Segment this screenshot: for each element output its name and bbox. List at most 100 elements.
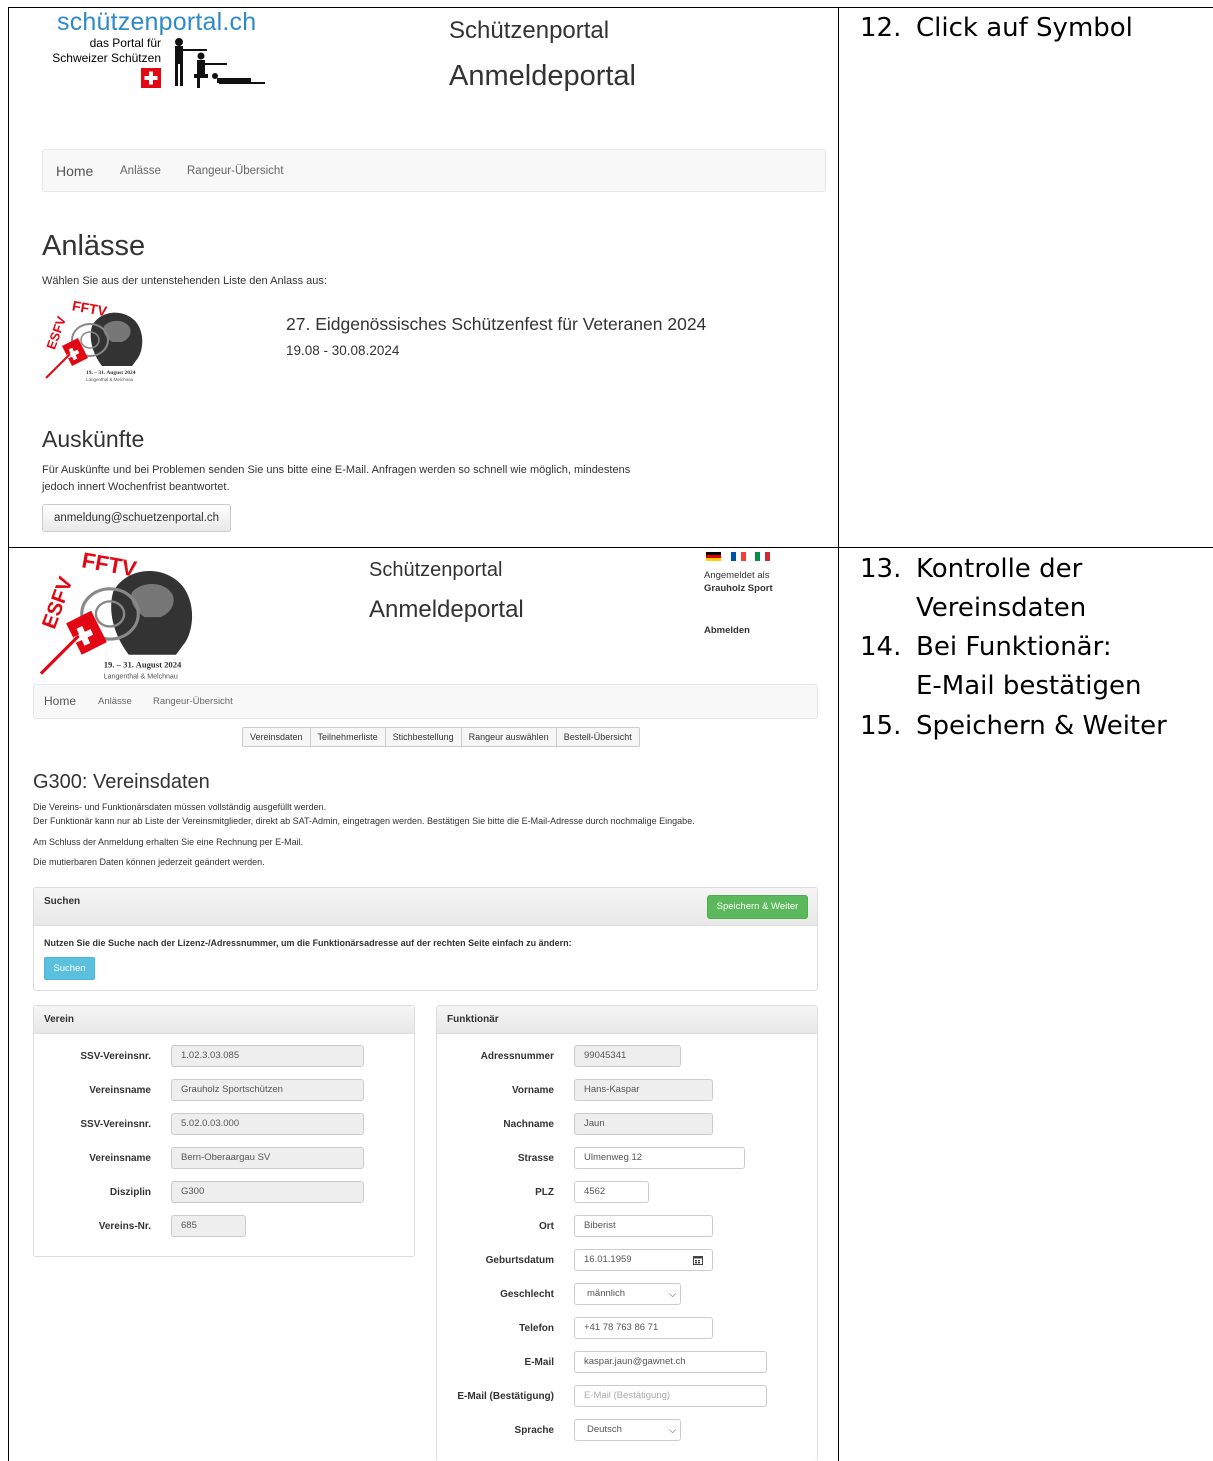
vereinsname-2-input[interactable]: Bern-Oberaargau SV bbox=[171, 1147, 364, 1169]
description-line-4: Die mutierbaren Daten können jederzeit g… bbox=[33, 857, 265, 867]
portal-logo-subtitle-1: das Portal für bbox=[89, 36, 161, 50]
events-intro: Wählen Sie aus der untenstehenden Liste … bbox=[42, 275, 327, 287]
ort-input[interactable]: Biberist bbox=[574, 1215, 713, 1237]
email-contact-button[interactable]: anmeldung@schuetzenportal.ch bbox=[42, 504, 231, 532]
nachname-input[interactable]: Jaun bbox=[574, 1113, 713, 1135]
description-line-1: Die Vereins- und Funktionärsdaten müssen… bbox=[33, 802, 327, 812]
event-logo-top-text: FFTV bbox=[71, 298, 109, 319]
verein-field-label: SSV-Vereinsnr. bbox=[80, 1051, 151, 1062]
top-navbar: Home Anlässe Rangeur-Übersicht bbox=[42, 149, 826, 192]
geschlecht-value: männlich bbox=[587, 1288, 626, 1299]
event-logo-date: 19. – 31. August 2024 bbox=[86, 370, 136, 376]
nav-home-2[interactable]: Home bbox=[44, 694, 76, 708]
nav-events-2[interactable]: Anlässe bbox=[98, 696, 132, 707]
large-logo-place: Langenthal & Melchnau bbox=[104, 673, 178, 680]
email-input[interactable]: kaspar.jaun@gawnet.ch bbox=[574, 1351, 767, 1373]
funktionaer-field-label: Adressnummer bbox=[480, 1051, 554, 1062]
portal-logo-subtitle-2: Schweizer Schützen bbox=[52, 51, 161, 65]
disziplin-input[interactable]: G300 bbox=[171, 1181, 364, 1203]
event-logo-large-link[interactable]: ESFV FFTV 19. – 31. August 2024 Langenth… bbox=[31, 548, 211, 683]
swiss-cross-icon bbox=[141, 68, 161, 88]
geburtsdatum-value: 16.01.1959 bbox=[584, 1254, 632, 1265]
esfv-bear-logo-icon: ESFV FFTV 19. – 31. August 2024 Langenth… bbox=[43, 298, 143, 382]
adressnummer-input[interactable]: 99045341 bbox=[574, 1045, 681, 1067]
flag-fr-icon[interactable] bbox=[731, 552, 746, 561]
funktionaer-field-label: Geschlecht bbox=[500, 1289, 554, 1300]
verein-field-label: Disziplin bbox=[109, 1187, 151, 1198]
event-title-link[interactable]: 27. Eidgenössisches Schützenfest für Vet… bbox=[286, 314, 706, 335]
verein-field-label: Vereinsname bbox=[89, 1085, 151, 1096]
funktionaer-field-label: Strasse bbox=[517, 1153, 554, 1164]
logged-in-label: Angemeldet als bbox=[704, 570, 770, 581]
save-continue-button[interactable]: Speichern & Weiter bbox=[707, 895, 808, 919]
info-text-line-2: jedoch innert Wochenfrist beantwortet. bbox=[42, 481, 230, 493]
instruction-step-15: 15. Speichern & Weiter bbox=[860, 711, 1167, 741]
email-confirmation-input[interactable]: E-Mail (Bestätigung) bbox=[574, 1385, 767, 1407]
funktionaer-panel-header: Funktionär bbox=[437, 1006, 817, 1034]
ssv-vereinsnr-input[interactable]: 1.02.3.03.085 bbox=[171, 1045, 364, 1067]
search-hint: Nutzen Sie die Suche nach der Lizenz-/Ad… bbox=[44, 938, 572, 948]
shooters-icon bbox=[175, 38, 265, 88]
vereins-nr-input[interactable]: 685 bbox=[171, 1215, 246, 1237]
instruction-step-12: 12. Click auf Symbol bbox=[860, 13, 1133, 43]
verein-panel-title: Verein bbox=[44, 1014, 75, 1025]
instruction-step-14: 14. Bei Funktionär: E-Mail bestätigen bbox=[860, 632, 1142, 701]
tab-bestell-uebersicht[interactable]: Bestell-Übersicht bbox=[557, 728, 639, 746]
events-heading: Anlässe bbox=[42, 230, 146, 262]
tab-stichbestellung[interactable]: Stichbestellung bbox=[386, 728, 462, 746]
chevron-down-icon: ⌵ bbox=[669, 1425, 676, 1435]
geburtsdatum-input[interactable]: 16.01.1959 bbox=[574, 1249, 713, 1271]
info-heading: Auskünfte bbox=[42, 426, 145, 452]
tab-teilnehmerliste[interactable]: Teilnehmerliste bbox=[311, 728, 386, 746]
geschlecht-select[interactable]: männlich ⌵ bbox=[574, 1283, 681, 1305]
portal-logo-text[interactable]: schützenportal.ch bbox=[57, 8, 256, 37]
verein-panel-header: Verein bbox=[34, 1006, 414, 1034]
verein-field-label: Vereinsname bbox=[89, 1153, 151, 1164]
flag-it-icon[interactable] bbox=[755, 552, 770, 561]
description-line-3: Am Schluss der Anmeldung erhalten Sie ei… bbox=[33, 837, 304, 847]
strasse-input[interactable]: Ulmenweg 12 bbox=[574, 1147, 745, 1169]
site-subtitle-2: Anmeldeportal bbox=[369, 596, 524, 623]
vorname-input[interactable]: Hans-Kaspar bbox=[574, 1079, 713, 1101]
large-logo-date: 19. – 31. August 2024 bbox=[104, 659, 182, 669]
plz-input[interactable]: 4562 bbox=[574, 1181, 649, 1203]
logged-in-user: Grauholz Sport bbox=[704, 583, 773, 594]
search-button[interactable]: Suchen bbox=[44, 957, 95, 980]
search-panel-title: Suchen bbox=[44, 896, 81, 907]
nav-rangeur-2[interactable]: Rangeur-Übersicht bbox=[153, 696, 233, 707]
logout-link[interactable]: Abmelden bbox=[704, 625, 750, 636]
funktionaer-field-label: Sprache bbox=[514, 1425, 554, 1436]
sprache-value: Deutsch bbox=[587, 1424, 622, 1435]
funktionaer-panel: Funktionär Adressnummer 99045341 Vorname… bbox=[436, 1005, 818, 1461]
site-subtitle: Anmeldeportal bbox=[449, 60, 636, 92]
chevron-down-icon: ⌵ bbox=[669, 1289, 676, 1299]
top-navbar-2: Home Anlässe Rangeur-Übersicht bbox=[33, 684, 818, 719]
nav-home[interactable]: Home bbox=[56, 163, 93, 179]
info-text-line-1: Für Auskünfte und bei Problemen senden S… bbox=[42, 464, 631, 476]
funktionaer-field-label: Geburtsdatum bbox=[485, 1255, 554, 1266]
wizard-tabs: Vereinsdaten Teilnehmerliste Stichbestel… bbox=[242, 727, 640, 747]
vereinsname-input[interactable]: Grauholz Sportschützen bbox=[171, 1079, 364, 1101]
large-logo-top-text: FFTV bbox=[80, 548, 139, 582]
ssv-vereinsnr-2-input[interactable]: 5.02.0.03.000 bbox=[171, 1113, 364, 1135]
flag-de-icon[interactable] bbox=[706, 552, 721, 561]
funktionaer-panel-title: Funktionär bbox=[447, 1014, 499, 1025]
page-title: G300: Vereinsdaten bbox=[33, 771, 210, 793]
site-title: Schützenportal bbox=[449, 17, 610, 44]
verein-panel: Verein SSV-Vereinsnr. 1.02.3.03.085 Vere… bbox=[33, 1005, 415, 1257]
calendar-icon[interactable] bbox=[693, 1255, 703, 1265]
sprache-select[interactable]: Deutsch ⌵ bbox=[574, 1419, 681, 1441]
search-panel-header: Suchen bbox=[34, 888, 817, 926]
table-column-rule bbox=[838, 7, 839, 1461]
event-logo-link[interactable]: ESFV FFTV 19. – 31. August 2024 Langenth… bbox=[42, 298, 152, 384]
tab-rangeur-auswaehlen[interactable]: Rangeur auswählen bbox=[462, 728, 557, 746]
nav-events[interactable]: Anlässe bbox=[120, 165, 161, 177]
tab-vereinsdaten[interactable]: Vereinsdaten bbox=[243, 728, 311, 746]
instruction-step-13: 13. Kontrolle der Vereinsdaten bbox=[860, 554, 1087, 623]
event-logo-place: Langenthal & Melchnau bbox=[86, 377, 134, 382]
telefon-input[interactable]: +41 78 763 86 71 bbox=[574, 1317, 713, 1339]
nav-rangeur[interactable]: Rangeur-Übersicht bbox=[187, 165, 284, 177]
funktionaer-field-label: PLZ bbox=[535, 1187, 554, 1198]
event-date: 19.08 - 30.08.2024 bbox=[286, 343, 400, 358]
funktionaer-field-label: Nachname bbox=[503, 1119, 554, 1130]
